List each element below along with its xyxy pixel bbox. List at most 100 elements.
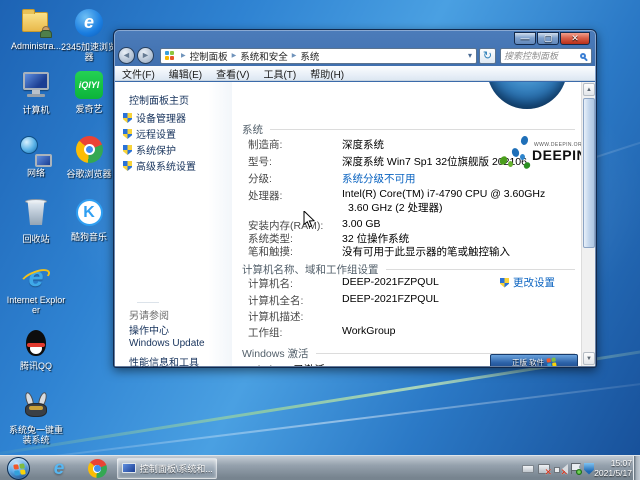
maximize-button[interactable]: ▢ [537,32,559,45]
menu-edit[interactable]: 编辑(E) [162,66,209,81]
scroll-down-icon[interactable]: ▼ [583,352,595,365]
sidebar-home[interactable]: 控制面板主页 [129,92,189,107]
show-desktop-button[interactable] [633,456,640,480]
computer-name-value: DEEP-2021FZPQUL [342,276,439,288]
volume-muted-icon[interactable]: ✕ [554,463,568,476]
sidebar-see-also-header: 另请参阅 [129,302,169,322]
sidebar-performance-tools[interactable]: 性能信息和工具 [129,354,199,369]
uac-shield-icon [123,145,132,155]
control-panel-sidebar: 控制面板主页 设备管理器 远程设置 系统保护 高级系统设置 另请参阅 操作中心 … [115,82,232,369]
full-computer-name-label: 计算机全名: [248,295,304,307]
breadcrumb-system-security[interactable]: 系统和安全 [240,49,288,63]
task-label: 控制面板\系统和... [139,464,212,474]
system-page-content: 系统 制造商: 深度系统 型号: 深度系统 Win7 Sp1 32位旗舰版 20… [232,82,581,366]
clock-date: 2021/5/17 [594,468,632,478]
footprint-icon [520,154,525,160]
workgroup-value: WorkGroup [342,325,396,337]
mouse-cursor [303,209,316,234]
control-panel-window-icon [122,462,136,475]
breadcrumb-system[interactable]: 系统 [300,49,319,63]
rating-label: 分级: [248,173,272,185]
sidebar-windows-update[interactable]: Windows Update [129,338,205,349]
window-body: 控制面板主页 设备管理器 远程设置 系统保护 高级系统设置 另请参阅 操作中心 … [115,82,595,369]
deepin-logo: WWW.DEEPIN.ORG DEEPIN [494,134,581,176]
genuine-software-badge[interactable]: 正版 软件 [490,354,578,366]
sidebar-device-manager[interactable]: 设备管理器 [123,110,186,125]
windows-orb-graphic [487,82,567,109]
icon-label: 爱奇艺 [75,104,103,114]
breadcrumb-control-panel[interactable]: 控制面板 [190,49,228,63]
sidebar-action-center[interactable]: 操作中心 [129,322,169,337]
icon-label: 腾讯QQ [19,361,52,371]
navigation-bar: ◄ ► ▶ 控制面板 ▶ 系统和安全 ▶ 系统 ▾ ↻ 搜索控制面板 [118,46,592,65]
desktop-icon-2345-browser[interactable]: e 2345加速浏览器 [58,8,120,62]
action-center-flag-icon[interactable] [570,463,582,475]
icon-label: 系统兔一键重装系统 [8,425,63,445]
taskbar-chrome-icon[interactable] [82,456,112,480]
forward-button[interactable]: ► [137,47,154,64]
footprint-icon [522,160,532,171]
computer-description-label: 计算机描述: [248,311,304,323]
sidebar-system-protection[interactable]: 系统保护 [123,142,176,157]
footprint-icon [508,161,513,167]
desktop-icon-qq[interactable]: 腾讯QQ [5,328,67,371]
change-settings-link[interactable]: 更改设置 [500,275,555,290]
vertical-scrollbar[interactable]: ▲ ▼ [581,82,595,366]
search-icon[interactable] [580,52,586,59]
breadcrumb-arrow-icon: ▶ [181,53,186,59]
processor-value: Intel(R) Core(TM) i7-4790 CPU @ 3.60GHz [342,188,546,200]
user-folder-icon [19,8,53,40]
uac-shield-icon [123,113,132,123]
scroll-up-icon[interactable]: ▲ [583,83,595,96]
minimize-button[interactable]: — [514,32,536,45]
desktop-icon-internet-explorer[interactable]: e Internet Explorer [5,262,67,315]
windows-flag-icon [546,356,557,366]
network-disconnected-icon[interactable]: ✕ [538,463,552,476]
taskbar: e 控制面板\系统和... ✕ ✕ 15:07 2021/5/17 [0,455,640,480]
taskbar-ie-icon[interactable]: e [44,456,74,480]
manufacturer-label: 制造商: [248,139,283,151]
menu-help[interactable]: 帮助(H) [303,66,351,81]
taskbar-clock[interactable]: 15:07 2021/5/17 [594,458,632,478]
uac-shield-icon [500,277,509,288]
sidebar-remote-settings[interactable]: 远程设置 [123,126,176,141]
menu-file[interactable]: 文件(F) [115,66,162,81]
activation-status: Windows 已激活 [248,362,325,366]
manufacturer-value: 深度系统 [342,139,384,151]
windows-flag-icon [13,463,26,476]
refresh-button[interactable]: ↻ [479,47,496,64]
icon-label: Internet Explorer [6,295,66,315]
rabbit-icon [19,391,53,424]
search-placeholder: 搜索控制面板 [504,51,559,61]
search-box[interactable]: 搜索控制面板 [500,47,592,64]
desktop-icon-chrome[interactable]: 谷歌浏览器 [58,135,120,179]
desktop: Administra... 计算机 网络 回收站 e Internet Expl… [0,0,640,480]
processor-label: 处理器: [248,190,283,202]
desktop-icon-kugou[interactable]: K 酷狗音乐 [58,198,120,242]
desktop-icon-system-rabbit[interactable]: 系统兔一键重装系统 [5,391,67,445]
start-button[interactable] [7,457,30,480]
close-button[interactable]: ✕ [560,32,590,45]
icon-label: 酷狗音乐 [70,232,107,242]
address-bar[interactable]: ▶ 控制面板 ▶ 系统和安全 ▶ 系统 ▾ [160,47,477,64]
desktop-icon-iqiyi[interactable]: iQIYI 爱奇艺 [58,70,120,114]
address-dropdown-icon[interactable]: ▾ [466,51,474,60]
input-indicator-icon[interactable] [522,464,534,473]
divider [137,302,159,303]
pen-touch-value: 没有可用于此显示器的笔或触控输入 [342,246,510,258]
rating-unavailable-link[interactable]: 系统分级不可用 [342,171,416,186]
ram-value: 3.00 GB [342,218,381,230]
sidebar-advanced-settings[interactable]: 高级系统设置 [123,158,196,173]
security-shield-icon[interactable] [584,462,594,475]
internet-explorer-icon: e [18,262,53,294]
iqiyi-icon: iQIYI [72,71,106,103]
footprint-icon [519,135,530,146]
back-button[interactable]: ◄ [118,47,135,64]
scrollbar-thumb[interactable] [583,98,595,248]
menu-bar: 文件(F) 编辑(E) 查看(V) 工具(T) 帮助(H) [115,66,595,81]
model-label: 型号: [248,156,272,168]
menu-view[interactable]: 查看(V) [209,66,256,81]
control-panel-icon [165,51,174,60]
taskbar-active-task[interactable]: 控制面板\系统和... [117,458,217,479]
menu-tools[interactable]: 工具(T) [256,66,303,81]
